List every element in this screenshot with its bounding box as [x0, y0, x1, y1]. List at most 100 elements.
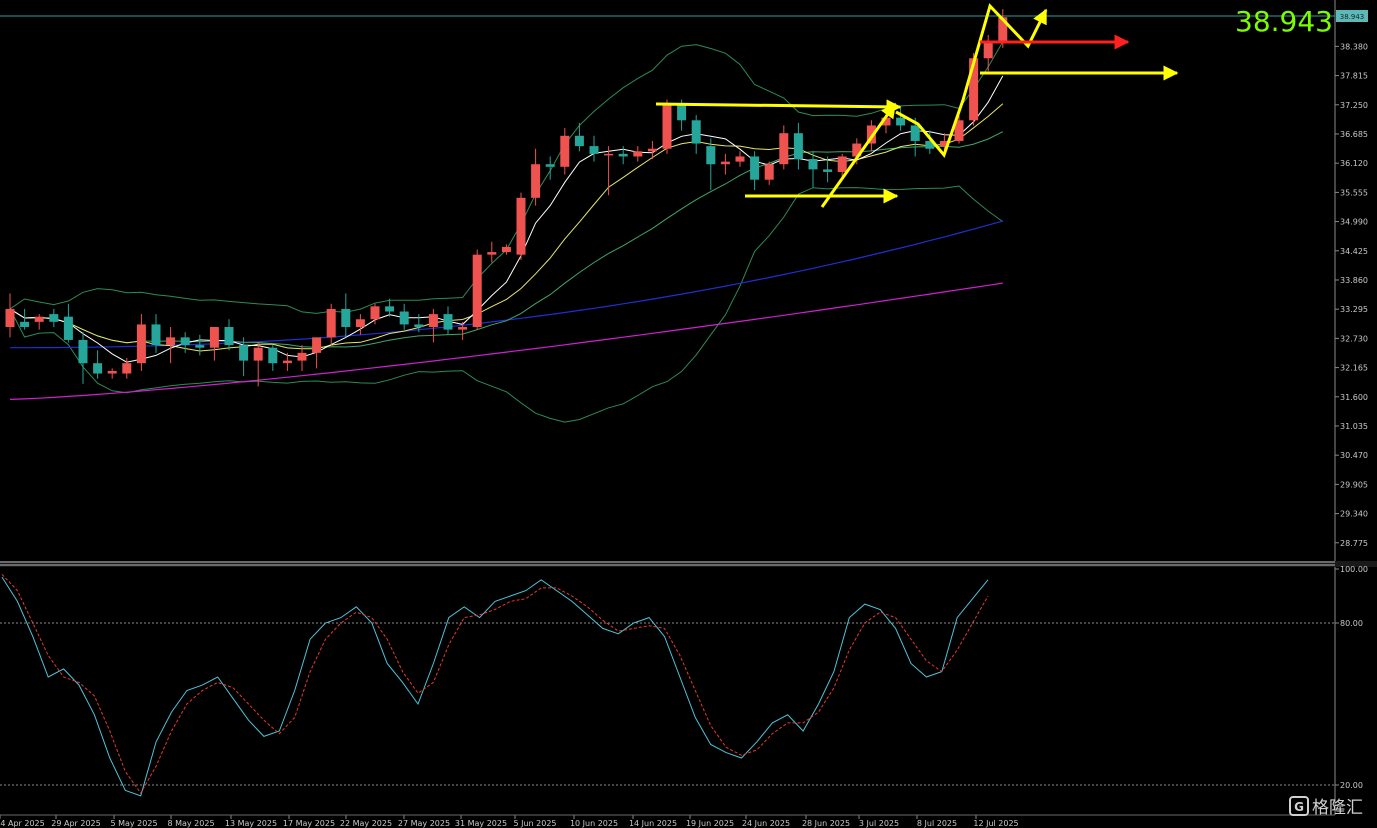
candle: [239, 337, 249, 377]
date-tick-label: 3 Jul 2025: [859, 819, 899, 828]
price-panel: 38.380 37.815 37.250 36.685 36.120 35.555 34.9…: [0, 0, 1368, 561]
date-axis: 24 Apr 2025 29 Apr 2025 5 May 2025 8 May 20…: [0, 814, 1335, 828]
date-tick-label: 10 Jun 2025: [570, 819, 618, 828]
candle: [764, 161, 774, 185]
date-tick-label: 8 May 2025: [167, 819, 214, 828]
watermark-text: 格隆汇: [1312, 798, 1363, 818]
candle: [531, 148, 541, 206]
svg-text:G: G: [1294, 800, 1304, 814]
date-tick-label: 24 Apr 2025: [0, 819, 45, 828]
candle-body: [209, 327, 219, 348]
candle-body: [808, 159, 818, 170]
candle: [589, 135, 599, 162]
date-tick-label: 12 Jul 2025: [973, 819, 1018, 828]
candle-body: [239, 345, 249, 361]
moving-averages: [9, 75, 1004, 400]
osc-tick-label: 100.00: [1340, 565, 1368, 574]
candle-body: [779, 133, 789, 165]
candle-body: [428, 314, 438, 328]
candle: [136, 314, 146, 371]
candle-body: [487, 252, 497, 255]
candle-body: [5, 308, 15, 328]
candle: [983, 35, 993, 72]
date-tick-label: 31 May 2025: [455, 819, 507, 828]
breakout-arrow: [820, 102, 897, 208]
annotations: [655, 3, 1179, 208]
candle: [78, 332, 88, 384]
candle: [691, 115, 701, 154]
candle-body: [720, 161, 730, 165]
candle-body: [560, 135, 570, 167]
candle-body: [268, 347, 278, 364]
date-tick-label: 24 Jun 2025: [742, 819, 790, 828]
panel-separator[interactable]: [0, 561, 1377, 567]
candle: [399, 303, 409, 330]
candle-body: [691, 120, 701, 144]
candle: [428, 308, 438, 343]
bollinger-bands: [9, 41, 1004, 423]
resistance-arrow: [655, 99, 902, 115]
date-tick-label: 22 May 2025: [340, 819, 392, 828]
candle-body: [122, 363, 132, 374]
candle: [341, 293, 351, 338]
oscillator-axis-ticks: 100.00 80.00 20.00: [0, 565, 1368, 790]
date-tick-label: 13 May 2025: [225, 819, 277, 828]
candle: [574, 122, 584, 152]
candle: [443, 306, 453, 335]
candle-body: [574, 135, 584, 147]
price-tick-label: 38.380: [1340, 42, 1368, 51]
candle-body: [385, 306, 395, 312]
candle-body: [224, 327, 234, 346]
price-tick-label: 33.295: [1340, 305, 1368, 314]
price-tick-label: 32.730: [1340, 334, 1368, 343]
candle-body: [166, 337, 176, 346]
candle-body: [706, 146, 716, 165]
candle-body: [151, 324, 161, 346]
candle-body: [823, 169, 833, 172]
candle: [5, 293, 15, 338]
candle-body: [910, 125, 920, 141]
date-tick-label: 8 Jul 2025: [917, 819, 957, 828]
candle: [312, 337, 322, 369]
candle-body: [282, 360, 292, 364]
candle-body: [312, 337, 322, 353]
bollinger-lower: [9, 185, 1004, 423]
stoch-d-line: [1, 574, 989, 795]
candle-body: [326, 308, 336, 338]
price-tick-label: 30.470: [1340, 451, 1368, 460]
candle-body: [78, 339, 88, 364]
stochastic-lines: [1, 574, 989, 797]
price-tick-label: 34.990: [1340, 218, 1368, 227]
date-tick-label: 5 Jun 2025: [513, 819, 556, 828]
price-tick-label: 36.120: [1340, 159, 1368, 168]
candle-body: [472, 254, 482, 328]
candle-body: [195, 345, 205, 348]
candle-body: [355, 319, 365, 328]
price-tick-label: 34.425: [1340, 247, 1368, 256]
price-tick-label: 28.775: [1340, 539, 1368, 548]
ma-10-line: [9, 103, 1004, 352]
candle-body: [399, 311, 409, 325]
price-tick-label: 29.905: [1340, 480, 1368, 489]
candle: [720, 153, 730, 175]
candle-body: [107, 370, 117, 374]
date-tick-label: 14 Jun 2025: [629, 819, 677, 828]
candle-body: [136, 324, 146, 364]
candle: [34, 314, 44, 330]
date-tick-label: 5 May 2025: [110, 819, 157, 828]
date-tick-label: 29 Apr 2025: [51, 819, 100, 828]
candle: [224, 319, 234, 351]
candle-body: [750, 156, 760, 180]
candle: [151, 314, 161, 353]
candle: [107, 368, 117, 379]
price-tick-label: 32.165: [1340, 364, 1368, 373]
price-tick-label: 31.600: [1340, 393, 1368, 402]
candle: [516, 192, 526, 260]
candle-body: [837, 156, 847, 172]
candle: [487, 241, 497, 263]
candle-body: [735, 156, 745, 162]
candle-body: [633, 151, 643, 157]
candle-body: [764, 164, 774, 180]
candle: [647, 140, 657, 160]
candle-body: [49, 314, 59, 322]
